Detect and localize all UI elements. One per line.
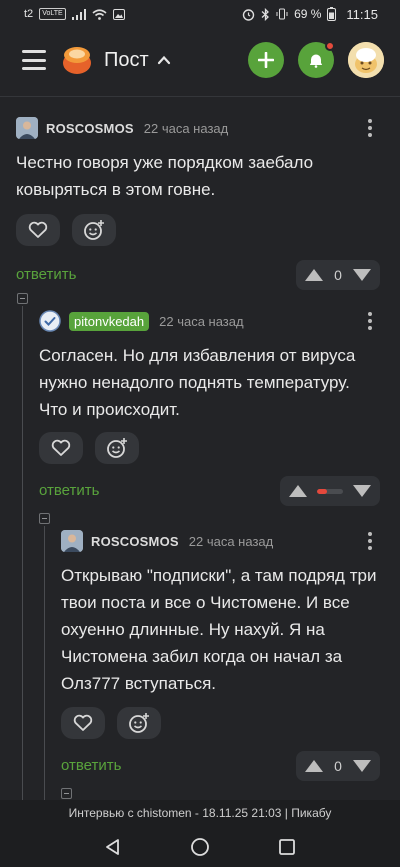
reply-link[interactable]: ответить (16, 266, 76, 283)
wifi-icon (92, 8, 107, 20)
reply-link[interactable]: ответить (61, 757, 121, 774)
more-options-icon[interactable] (360, 118, 380, 138)
page-title[interactable]: Пост (104, 49, 149, 72)
add-reaction-button[interactable] (95, 432, 139, 464)
vote-widget: 0 (296, 260, 380, 290)
smiley-plus-icon (107, 438, 127, 458)
battery-percent: 69 % (294, 7, 322, 21)
add-reaction-button[interactable] (72, 214, 116, 246)
more-options-icon[interactable] (360, 311, 380, 331)
notifications-button[interactable] (298, 41, 335, 78)
comment-author[interactable]: ROSCOSMOS (46, 121, 134, 136)
reply-link[interactable]: ответить (39, 482, 99, 499)
volte-badge: VoLTE (39, 8, 66, 20)
comment-time: 22 часа назад (159, 313, 244, 329)
system-nav-bar (0, 826, 400, 867)
comment: ROSCOSMOS 22 часа назад Открываю "подпис… (61, 529, 380, 781)
chevron-up-icon[interactable] (157, 53, 171, 67)
author-avatar[interactable] (16, 117, 38, 139)
like-button[interactable] (16, 214, 60, 246)
downvote-icon[interactable] (352, 759, 372, 773)
heart-icon (28, 221, 48, 238)
like-button[interactable] (39, 432, 83, 464)
bell-icon (310, 54, 322, 68)
author-avatar[interactable] (61, 530, 83, 552)
status-bar: t2 VoLTE 69 % 11:15 (0, 0, 400, 28)
more-options-icon[interactable] (360, 531, 380, 551)
upvote-icon[interactable] (304, 268, 324, 282)
add-reaction-button[interactable] (117, 707, 161, 739)
signal-icon (71, 8, 86, 20)
comment-author[interactable]: ROSCOSMOS (91, 534, 179, 549)
heart-icon (73, 714, 93, 731)
pikabu-logo[interactable] (60, 43, 94, 77)
back-icon[interactable] (101, 835, 125, 859)
downvote-icon[interactable] (352, 484, 372, 498)
home-icon[interactable] (188, 835, 212, 859)
comment: ROSCOSMOS 22 часа назад Честно говоря уж… (16, 116, 380, 290)
verified-check-icon (39, 310, 61, 332)
vote-widget (280, 476, 380, 506)
smiley-plus-icon (129, 713, 149, 733)
user-avatar[interactable] (348, 42, 384, 78)
alarm-icon (242, 8, 255, 21)
collapse-thread-button[interactable] (39, 513, 50, 524)
comment-author[interactable]: pitonvkedah (69, 311, 150, 331)
comment: pitonvkedah 22 часа назад Согласен. Но д… (39, 309, 380, 506)
vote-count: 0 (334, 267, 342, 283)
comment-time: 22 часа назад (188, 533, 274, 549)
thread-line (22, 306, 23, 800)
comment-time: 22 часа назад (143, 120, 229, 136)
comment-text: Честно говоря уже порядком заебало ковыр… (16, 153, 314, 199)
plus-icon (258, 52, 274, 68)
bluetooth-icon (261, 7, 270, 21)
vibrate-icon (276, 8, 288, 20)
vote-widget: 0 (296, 751, 380, 781)
like-button[interactable] (61, 707, 105, 739)
source-banner: Интервью с chistomen - 18.11.25 21:03 | … (0, 800, 400, 826)
collapse-thread-button[interactable] (61, 788, 72, 799)
image-icon (112, 8, 125, 20)
collapse-thread-button[interactable] (17, 293, 28, 304)
recents-icon[interactable] (275, 835, 299, 859)
upvote-icon[interactable] (288, 484, 308, 498)
notification-dot (325, 41, 335, 51)
comment-text: Согласен. Но для избавления от вируса ну… (39, 346, 356, 419)
downvote-icon[interactable] (352, 268, 372, 282)
header-divider (0, 96, 400, 97)
add-post-button[interactable] (248, 42, 284, 78)
heart-icon (51, 439, 71, 456)
carrier-label: t2 (24, 8, 34, 20)
battery-icon (327, 7, 337, 21)
thread-line (44, 526, 45, 800)
menu-icon[interactable] (22, 50, 46, 70)
vote-count: 0 (334, 758, 342, 774)
upvote-icon[interactable] (304, 759, 324, 773)
clock: 11:15 (346, 6, 378, 22)
smiley-plus-icon (84, 220, 104, 240)
app-bar: Пост (0, 28, 400, 92)
comment-text: Открываю "подписки", а там подряд три тв… (61, 566, 377, 693)
vote-rating-bar (317, 488, 343, 494)
